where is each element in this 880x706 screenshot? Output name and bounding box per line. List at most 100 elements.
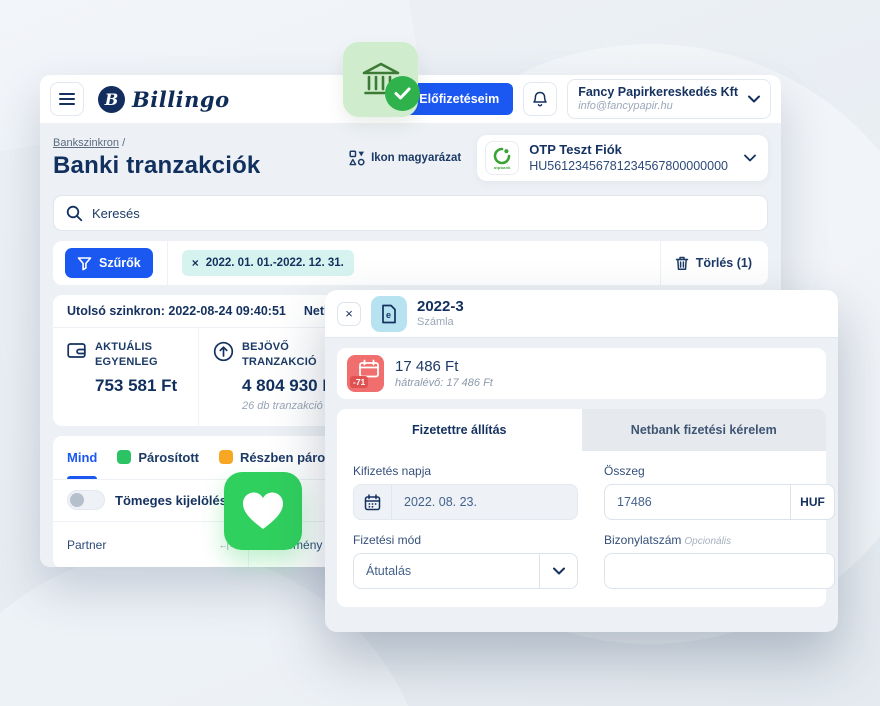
document-number-field-group: BizonylatszámOpcionális	[604, 533, 835, 589]
invoice-number: 2022-3	[417, 298, 464, 317]
last-sync-value: 2022-08-24 09:40:51	[168, 304, 285, 318]
shapes-icon	[349, 150, 365, 166]
subscriptions-button-label: Előfizetéseim	[419, 92, 499, 106]
pay-date-input[interactable]	[392, 495, 577, 509]
hamburger-menu-button[interactable]	[50, 82, 84, 116]
overdue-days-badge: -71	[350, 376, 368, 388]
e-invoice-icon: e	[380, 304, 398, 324]
search-input[interactable]	[92, 206, 755, 221]
clear-filters-button[interactable]: Törlés (1)	[675, 256, 752, 271]
search-icon	[66, 205, 83, 222]
document-number-label: BizonylatszámOpcionális	[604, 533, 835, 547]
bank-account-iban: HU56123456781234567800000000	[529, 159, 728, 175]
invoice-amount: 17 486 Ft	[395, 358, 493, 375]
payment-method-label: Fizetési mód	[353, 533, 578, 547]
tab-paired[interactable]: Párosított	[117, 450, 199, 465]
divider	[167, 241, 168, 285]
last-sync-label: Utolsó szinkron:	[67, 304, 165, 318]
bank-account-selector[interactable]: otpbank OTP Teszt Fiók HU561234567812345…	[477, 135, 768, 181]
breadcrumb: Bankszinkron /	[53, 137, 260, 149]
wallet-icon	[67, 341, 87, 359]
payment-method-select[interactable]: Átutalás	[353, 553, 578, 589]
column-header-partner[interactable]: Partner ←|→	[53, 522, 249, 567]
invoice-remaining: hátralévő: 17 486 Ft	[395, 377, 493, 389]
tab-netbank-request[interactable]: Netbank fizetési kérelem	[582, 409, 827, 451]
pay-date-field-group: Kifizetés napja	[353, 464, 578, 520]
pay-date-label: Kifizetés napja	[353, 464, 578, 478]
clear-filters-label: Törlés (1)	[696, 256, 752, 270]
page-header-right: Ikon magyarázat otpbank OTP Teszt Fiók	[349, 135, 768, 181]
calendar-icon[interactable]	[354, 485, 392, 519]
invoice-doc-tile: e	[371, 296, 407, 332]
filters-button-label: Szűrők	[99, 256, 141, 270]
notifications-button[interactable]	[523, 82, 557, 116]
overdue-calendar-icon: -71	[347, 355, 384, 392]
company-name: Fancy Papirkereskedés Kft	[578, 85, 738, 101]
document-number-input[interactable]	[605, 564, 834, 578]
chevron-down-icon	[553, 567, 565, 575]
trash-icon	[675, 256, 689, 271]
incoming-transactions-value: 4 804 930 Ft	[242, 376, 338, 396]
payment-method-value: Átutalás	[354, 564, 539, 578]
invoice-amount-card: -71 17 486 Ft hátralévő: 17 486 Ft	[337, 348, 826, 399]
page-header-row: Bankszinkron / Banki tranzakciók Ikon ma…	[53, 135, 768, 181]
invoice-type: Számla	[417, 316, 464, 329]
funnel-icon	[77, 256, 92, 271]
chevron-down-icon	[744, 154, 756, 162]
bulk-select-label: Tömeges kijelölés	[115, 493, 227, 508]
filter-bar: Szűrők × 2022. 01. 01.-2022. 12. 31.	[53, 241, 768, 285]
bank-sync-success-tile	[343, 42, 418, 117]
tab-paired-label: Párosított	[138, 450, 199, 465]
payment-form: Kifizetés napja	[337, 451, 826, 607]
currency-suffix: HUF	[790, 485, 834, 519]
modal-close-button[interactable]: ×	[337, 302, 361, 326]
search-box	[53, 195, 768, 231]
bulk-select-toggle[interactable]	[67, 490, 105, 510]
page-title: Banki tranzakciók	[53, 152, 260, 180]
icon-legend-link[interactable]: Ikon magyarázat	[349, 150, 461, 166]
partner-column-label: Partner	[67, 538, 106, 552]
breadcrumb-link-bankszinkron[interactable]: Bankszinkron	[53, 137, 119, 149]
toggle-knob	[70, 493, 84, 507]
filters-button[interactable]: Szűrők	[65, 248, 153, 278]
company-account-selector[interactable]: Fancy Papirkereskedés Kft info@fancypapi…	[567, 79, 771, 119]
payment-modal: × e 2022-3 Számla	[325, 290, 838, 632]
modal-body: -71 17 486 Ft hátralévő: 17 486 Ft Fizet…	[325, 338, 838, 617]
document-number-field[interactable]	[604, 553, 835, 589]
modal-header: × e 2022-3 Számla	[325, 290, 838, 338]
page-heading: Bankszinkron / Banki tranzakciók	[53, 137, 260, 180]
current-balance-label: AKTUÁLIS EGYENLEG	[95, 340, 171, 370]
favorite-heart-tile	[224, 472, 302, 550]
success-check-icon	[385, 76, 420, 111]
document-number-label-text: Bizonylatszám	[604, 533, 681, 547]
billingo-logo-text: Billingo	[132, 87, 230, 112]
otp-logo-text: otpbank	[494, 165, 511, 170]
amount-field-group: Összeg HUF	[604, 464, 835, 520]
billingo-logo-mark: B	[98, 86, 125, 113]
hamburger-icon	[59, 92, 75, 106]
payment-method-field-group: Fizetési mód Átutalás	[353, 533, 578, 589]
tab-set-paid[interactable]: Fizetettre állítás	[337, 409, 582, 451]
icon-legend-label: Ikon magyarázat	[371, 152, 461, 164]
amount-input[interactable]	[605, 495, 790, 509]
modal-tabs: Fizetettre állítás Netbank fizetési kére…	[337, 409, 826, 451]
current-balance-block: AKTUÁLIS EGYENLEG 753 581 Ft	[53, 328, 199, 426]
billingo-logo[interactable]: B Billingo	[98, 86, 230, 113]
desktop-background: B Billingo Előfizetéseim	[0, 0, 880, 706]
arrow-up-circle-icon	[213, 341, 234, 362]
date-filter-chip[interactable]: × 2022. 01. 01.-2022. 12. 31.	[182, 250, 354, 276]
amount-field[interactable]: HUF	[604, 484, 835, 520]
chip-remove-icon[interactable]: ×	[192, 256, 199, 270]
partially-paired-status-icon	[219, 450, 233, 464]
pay-date-field[interactable]	[353, 484, 578, 520]
amount-label: Összeg	[604, 464, 835, 478]
tab-all[interactable]: Mind	[67, 436, 97, 479]
otp-logo-icon	[493, 147, 511, 165]
select-chevron-box[interactable]	[539, 554, 577, 588]
company-email: info@fancypapir.hu	[578, 100, 738, 113]
incoming-transactions-label: BEJÖVŐ TRANZAKCIÓ	[242, 340, 328, 370]
bell-icon	[532, 91, 548, 108]
current-balance-value: 753 581 Ft	[95, 376, 177, 396]
bank-account-name: OTP Teszt Fiók	[529, 142, 728, 159]
otp-bank-logo: otpbank	[485, 141, 519, 175]
